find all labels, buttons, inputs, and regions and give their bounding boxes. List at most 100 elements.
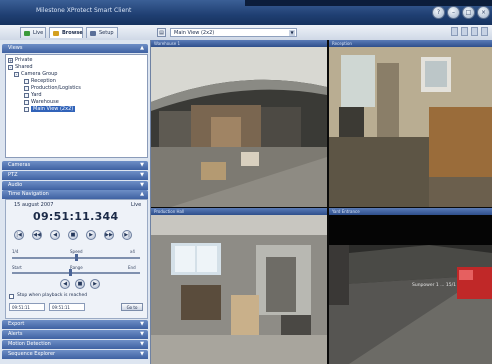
chevron-up-icon: ▲ [140, 45, 144, 51]
section-audio-label: Audio [8, 182, 23, 188]
minimize-icon[interactable]: – [447, 6, 460, 19]
fast-forward-icon[interactable]: ▶▶ [104, 230, 114, 240]
setup-icon [90, 31, 96, 36]
stop-playback-checkbox[interactable] [9, 294, 14, 299]
tab-live-label: Live [33, 30, 44, 36]
skip-end-icon[interactable]: ▶| [122, 230, 132, 240]
section-motion-header[interactable]: Motion Detection ▼ [2, 340, 148, 349]
tree-item-label: Warehouse [31, 99, 59, 105]
tree-item-label: Shared [15, 64, 33, 70]
layout-icon[interactable] [461, 27, 468, 36]
section-cameras-label: Cameras [8, 162, 31, 168]
view-selector-value: Main View (2x2) [174, 30, 215, 36]
chevron-down-icon: ▼ [140, 172, 144, 178]
office-scene [329, 47, 492, 207]
chevron-down-icon: ▼ [140, 341, 144, 347]
section-audio-header[interactable]: Audio ▼ [2, 181, 148, 190]
tree-item[interactable]: Main View (2x2) [24, 106, 76, 112]
section-sequence-header[interactable]: Sequence Explorer ▼ [2, 350, 148, 359]
camera-1-feed[interactable] [151, 47, 327, 207]
chevron-down-icon: ▼ [140, 182, 144, 188]
range-start-label: Start [12, 265, 22, 270]
toolbar-right-icons [451, 27, 488, 36]
go-to-button[interactable]: Go to [121, 303, 143, 311]
section-ptz-header[interactable]: PTZ ▼ [2, 171, 148, 180]
tree-item-label: Main View (2x2) [31, 106, 76, 112]
range-end-label: End [128, 265, 136, 270]
close-icon[interactable]: × [477, 6, 490, 19]
section-views-label: Views [8, 45, 23, 51]
prev-event-icon[interactable]: ◀ [60, 279, 70, 289]
chevron-down-icon[interactable]: ▼ [289, 30, 295, 36]
window-controls: ? – □ × [432, 6, 490, 19]
live-link[interactable]: Live [131, 202, 141, 208]
camera-3-feed[interactable] [151, 215, 327, 364]
stop-playback-label: Stop when playback is reached [17, 293, 88, 298]
range-slider[interactable] [12, 272, 140, 274]
view-icon [24, 92, 29, 98]
from-time-input[interactable]: 09:51:11 [9, 303, 45, 311]
section-views-header[interactable]: Views ▲ [2, 44, 148, 53]
collapse-icon[interactable]: - [8, 64, 13, 70]
next-event-icon[interactable]: ▶ [90, 279, 100, 289]
view-icon [24, 106, 29, 112]
speed-slider-thumb[interactable] [75, 254, 78, 261]
pause-icon[interactable]: ■ [75, 279, 85, 289]
expand-icon[interactable]: + [8, 57, 13, 63]
camera-2-name: Reception [332, 41, 352, 46]
camera-1-header[interactable]: Warehouse 1 [151, 40, 327, 47]
section-time-label: Time Navigation [8, 191, 49, 197]
tab-live[interactable]: Live [20, 27, 46, 38]
rewind-icon[interactable]: ◀◀ [32, 230, 42, 240]
stop-icon[interactable]: ■ [68, 230, 78, 240]
tab-browse[interactable]: Browse [49, 27, 83, 38]
play-icon[interactable]: ▶ [86, 230, 96, 240]
range-slider-thumb[interactable] [68, 269, 72, 276]
title-bar: Milestone XProtect Smart Client ? – □ × [0, 0, 492, 25]
view-layout-icon[interactable]: ▤ [157, 28, 166, 37]
tree-item[interactable]: Production/Logistics [24, 85, 81, 91]
tree-item[interactable]: + Private [8, 57, 32, 63]
chevron-down-icon: ▼ [140, 351, 144, 357]
view-icon [24, 99, 29, 105]
camera-4-feed[interactable] [329, 215, 492, 364]
refresh-icon[interactable] [451, 27, 458, 36]
camera-2-header[interactable]: Reception [329, 40, 492, 47]
camera-1-name: Warehouse 1 [154, 41, 181, 46]
section-alerts-label: Alerts [8, 331, 23, 337]
view-icon [24, 78, 29, 84]
tab-browse-label: Browse [62, 30, 83, 36]
help-icon[interactable]: ? [432, 6, 445, 19]
range-label: Range [70, 265, 83, 270]
view-selector[interactable]: Main View (2x2) ▼ [170, 28, 297, 37]
fullscreen-icon[interactable] [471, 27, 478, 36]
camera-4-name: Yard Entrance [332, 209, 360, 214]
tree-item[interactable]: - Shared [8, 64, 33, 70]
section-time-header[interactable]: Time Navigation ▲ [2, 190, 148, 199]
skip-start-icon[interactable]: |◀ [14, 230, 24, 240]
chevron-up-icon: ▲ [140, 191, 144, 197]
tab-setup[interactable]: Setup [86, 27, 118, 38]
tree-item-label: Camera Group [21, 71, 58, 77]
collapse-icon[interactable]: - [14, 71, 19, 77]
section-cameras-header[interactable]: Cameras ▼ [2, 161, 148, 170]
tree-item-label: Reception [31, 78, 56, 84]
section-export-header[interactable]: Export ▼ [2, 320, 148, 329]
tree-item[interactable]: Reception [24, 78, 56, 84]
browse-icon [53, 31, 59, 36]
settings-icon[interactable] [481, 27, 488, 36]
maximize-icon[interactable]: □ [462, 6, 475, 19]
chevron-down-icon: ▼ [140, 321, 144, 327]
tree-item-label: Yard [31, 92, 42, 98]
tree-item[interactable]: Warehouse [24, 99, 59, 105]
step-back-icon[interactable]: ◀ [50, 230, 60, 240]
speed-max-label: x4 [130, 249, 135, 254]
to-time-input[interactable]: 09:51:11 [49, 303, 85, 311]
section-alerts-header[interactable]: Alerts ▼ [2, 330, 148, 339]
camera-2-feed[interactable] [329, 47, 492, 207]
camera-4-header[interactable]: Yard Entrance [329, 208, 492, 215]
tree-item[interactable]: - Camera Group [14, 71, 57, 77]
camera-3-header[interactable]: Production Hall [151, 208, 327, 215]
tree-item[interactable]: Yard [24, 92, 42, 98]
speed-min-label: 1/4 [12, 249, 19, 254]
